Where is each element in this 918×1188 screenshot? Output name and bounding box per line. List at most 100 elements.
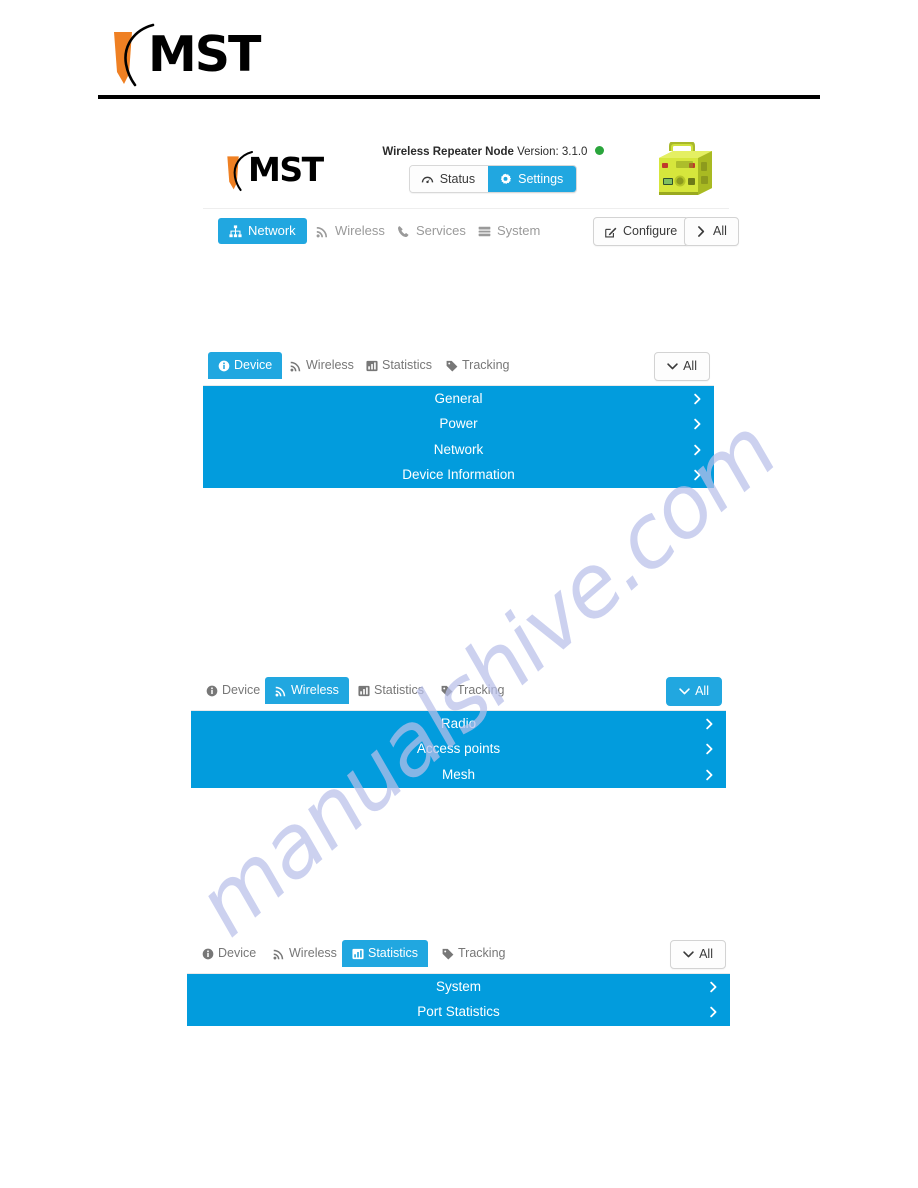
phone-icon: [397, 225, 410, 238]
nav-tab-wireless[interactable]: Wireless: [305, 218, 396, 244]
tag-icon: [441, 685, 453, 697]
tab-device-label: Device: [222, 683, 261, 697]
nav-tab-services[interactable]: Services: [386, 218, 477, 244]
bar-chart-icon: [366, 360, 378, 372]
dashboard-icon: [421, 173, 434, 186]
tab-device[interactable]: Device: [192, 940, 266, 967]
wireless-panel-tabbar: Device Wireless Statistics Tracking All: [191, 675, 726, 711]
tab-statistics-label: Statistics: [374, 683, 425, 697]
expand-all-button-label: All: [713, 224, 727, 238]
accordion-row[interactable]: Network: [203, 437, 714, 463]
mode-toggle-group[interactable]: Status Settings: [408, 165, 578, 193]
sitemap-icon: [229, 224, 242, 238]
status-mode-label: Status: [439, 172, 476, 186]
nav-tab-network[interactable]: Network: [218, 218, 307, 244]
accordion-row-label: Power: [439, 416, 478, 432]
tab-wireless[interactable]: Wireless: [263, 940, 347, 967]
app-card-top-row: MST Wireless Repeater Node Version: 3.1.…: [203, 136, 729, 208]
header-divider: [98, 95, 820, 99]
signal-icon: [275, 685, 287, 697]
tab-statistics-label: Statistics: [368, 946, 419, 960]
tab-device[interactable]: Device: [208, 352, 283, 379]
chevron-down-icon: [667, 361, 678, 372]
chevron-down-icon: [679, 686, 690, 697]
status-mode-button[interactable]: Status: [409, 166, 489, 192]
tab-device[interactable]: Device: [196, 677, 270, 704]
mst-brand-logo: MST: [104, 22, 269, 88]
chevron-right-icon: [692, 418, 703, 430]
app-nav-bar: Network Wireless Services System Configu…: [203, 208, 739, 255]
nav-tab-services-label: Services: [416, 223, 466, 238]
gear-icon: [499, 173, 512, 186]
accordion-row[interactable]: General: [203, 386, 714, 412]
wireless-panel-all-label: All: [695, 684, 709, 698]
accordion-row[interactable]: Port Statistics: [187, 1000, 730, 1026]
bar-chart-icon: [352, 948, 364, 960]
statistics-accordion-body: System Port Statistics: [187, 974, 730, 1026]
device-panel-all-label: All: [683, 359, 697, 373]
app-title-line: Wireless Repeater Node Version: 3.1.0: [353, 144, 633, 160]
tab-wireless[interactable]: Wireless: [280, 352, 364, 379]
accordion-row[interactable]: Radio: [191, 711, 726, 737]
signal-icon: [290, 360, 302, 372]
tag-icon: [442, 948, 454, 960]
edit-icon: [605, 226, 617, 238]
repeater-node-photo: [649, 141, 721, 204]
bar-chart-icon: [358, 685, 370, 697]
chevron-right-icon: [692, 444, 703, 456]
tab-tracking[interactable]: Tracking: [431, 677, 514, 704]
accordion-row-label: Port Statistics: [417, 1004, 500, 1020]
statistics-panel-all-button[interactable]: All: [670, 940, 726, 969]
signal-icon: [273, 948, 285, 960]
chevron-right-icon: [704, 718, 715, 730]
mst-wordmark: MST: [148, 26, 261, 83]
configure-button[interactable]: Configure: [593, 217, 690, 246]
app-title-text: Wireless Repeater Node: [382, 146, 514, 158]
tab-wireless[interactable]: Wireless: [265, 677, 349, 704]
chevron-right-icon: [704, 743, 715, 755]
tab-statistics[interactable]: Statistics: [348, 677, 434, 704]
info-circle-icon: [206, 685, 218, 697]
chevron-right-icon: [708, 1006, 719, 1018]
wireless-accordion-body: Radio Access points Mesh: [191, 711, 726, 788]
chevron-right-icon: [708, 981, 719, 993]
accordion-row[interactable]: Device Information: [203, 463, 714, 489]
tab-tracking-label: Tracking: [457, 683, 505, 697]
tab-device-label: Device: [234, 358, 273, 372]
statistics-panel-all-label: All: [699, 947, 713, 961]
expand-all-button[interactable]: All: [684, 217, 739, 246]
accordion-row-label: General: [434, 390, 483, 406]
accordion-row[interactable]: Access points: [191, 737, 726, 763]
tab-tracking[interactable]: Tracking: [432, 940, 515, 967]
accordion-row[interactable]: System: [187, 974, 730, 1000]
accordion-row[interactable]: Mesh: [191, 762, 726, 788]
device-accordion-panel: Device Wireless Statistics Tracking All …: [203, 350, 714, 488]
chevron-right-icon: [692, 469, 703, 481]
tab-statistics[interactable]: Statistics: [342, 940, 429, 967]
accordion-row[interactable]: Power: [203, 412, 714, 438]
app-header-card: MST Wireless Repeater Node Version: 3.1.…: [203, 136, 739, 258]
online-indicator: [594, 146, 604, 155]
app-version-text: Version: 3.1.0: [517, 146, 588, 158]
tab-device-label: Device: [218, 946, 257, 960]
accordion-row-label: Radio: [440, 715, 477, 731]
tab-statistics[interactable]: Statistics: [356, 352, 442, 379]
tab-wireless-label: Wireless: [306, 358, 354, 372]
tab-tracking[interactable]: Tracking: [436, 352, 519, 379]
settings-mode-button[interactable]: Settings: [488, 166, 577, 192]
device-panel-all-button[interactable]: All: [654, 352, 710, 381]
configure-button-label: Configure: [623, 224, 678, 238]
tab-tracking-label: Tracking: [458, 946, 506, 960]
device-panel-tabbar: Device Wireless Statistics Tracking All: [203, 350, 714, 386]
tag-icon: [446, 360, 458, 372]
nav-tab-network-label: Network: [248, 223, 296, 238]
nav-tab-system[interactable]: System: [467, 218, 551, 244]
nav-tab-system-label: System: [497, 223, 541, 238]
wireless-panel-all-button[interactable]: All: [666, 677, 722, 706]
signal-icon: [316, 225, 329, 238]
app-title-block: Wireless Repeater Node Version: 3.1.0 St…: [353, 144, 633, 193]
chevron-right-icon: [696, 226, 707, 237]
chevron-right-icon: [704, 769, 715, 781]
info-circle-icon: [202, 948, 214, 960]
page-header: MST: [0, 0, 918, 110]
